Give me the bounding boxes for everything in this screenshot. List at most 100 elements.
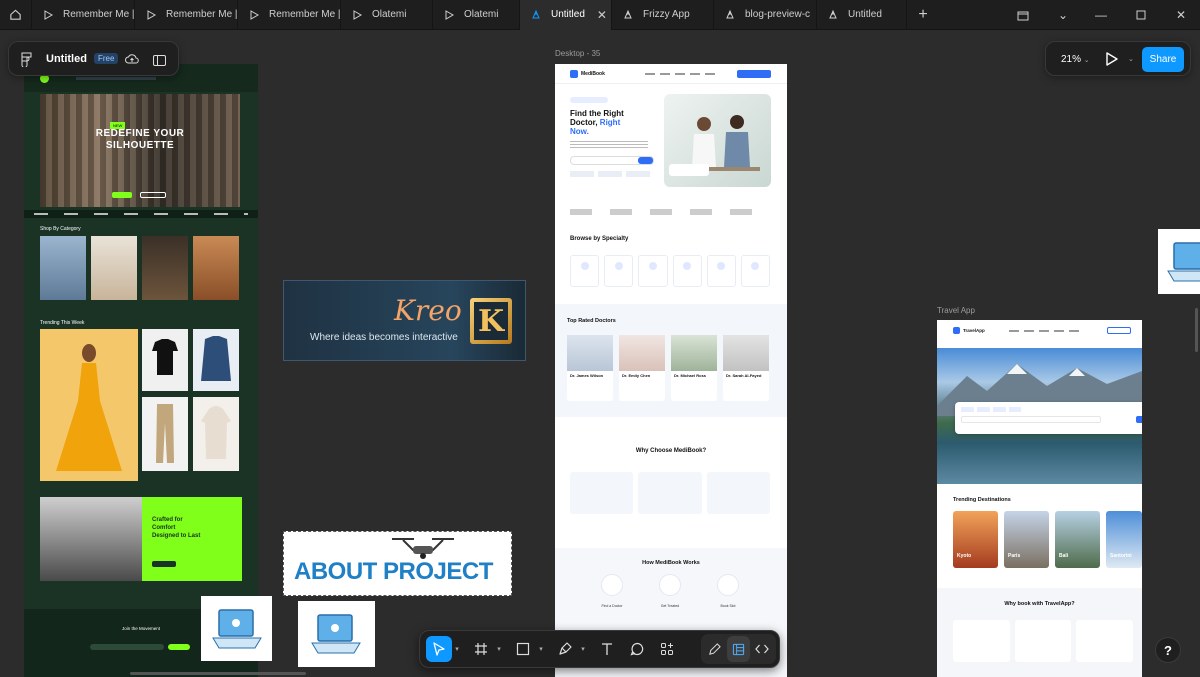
tab-remember-me-2[interactable]: Remember Me | — [135, 0, 238, 30]
laptop-image-2[interactable] — [298, 601, 375, 667]
crafted-title-1: Crafted for — [152, 517, 183, 523]
horizontal-scrollbar[interactable] — [130, 672, 306, 675]
destination-card-santorini[interactable]: Santorini — [1106, 511, 1142, 568]
doctor-card[interactable]: Dr. Emily Chen — [619, 335, 665, 401]
minimize-button[interactable]: — — [1082, 0, 1120, 30]
laptop-icon — [1167, 242, 1200, 282]
maximize-button[interactable] — [1122, 0, 1160, 30]
chevron-down-icon[interactable]: ▾ — [536, 636, 546, 662]
share-button[interactable]: Share — [1142, 47, 1184, 72]
destination-card-bali[interactable]: Bali — [1055, 511, 1100, 568]
hero-title-1: REDEFINE YOUR — [95, 128, 185, 139]
specialty-card[interactable] — [570, 255, 600, 287]
window-close-button[interactable]: ✕ — [1162, 0, 1200, 30]
laptop-image-3[interactable] — [1158, 229, 1200, 294]
category-image-accessories[interactable] — [142, 236, 188, 300]
components-icon — [661, 643, 673, 655]
pen-tool-button[interactable] — [552, 636, 578, 662]
subscribe-button[interactable] — [168, 644, 190, 650]
specialty-card[interactable] — [740, 255, 771, 287]
medibook-frame[interactable]: MediBook Find the Right Doctor, Right No… — [555, 64, 787, 677]
tab-untitled-active[interactable]: Untitled ✕ — [520, 0, 612, 30]
travel-app-frame[interactable]: TravelApp Trending Destinations Kyoto Pa… — [937, 320, 1142, 677]
pen-icon — [559, 642, 572, 655]
destination-card-paris[interactable]: Paris — [1004, 511, 1049, 568]
save-cloud-button[interactable] — [125, 52, 139, 70]
trending-feature-image[interactable] — [40, 329, 138, 481]
close-icon[interactable]: ✕ — [597, 8, 607, 22]
filter-chips[interactable] — [570, 171, 650, 177]
draw-mode-button[interactable] — [703, 636, 727, 662]
main-menu-button[interactable] — [21, 52, 32, 72]
window-tile-button[interactable] — [1004, 0, 1042, 30]
email-input[interactable] — [90, 644, 164, 650]
move-tool-button[interactable] — [426, 636, 452, 662]
category-image-denim[interactable] — [40, 236, 86, 300]
desktop-frame-label[interactable]: Desktop - 35 — [555, 49, 600, 58]
about-project-banner[interactable]: ABOUT PROJECT — [283, 531, 512, 596]
travel-frame-label[interactable]: Travel App — [937, 306, 975, 315]
product-jacket[interactable] — [193, 329, 239, 391]
doctor-card[interactable]: Dr. James Wilson — [567, 335, 613, 401]
book-appointment-button[interactable] — [737, 70, 771, 78]
search-flights-button[interactable] — [1136, 416, 1142, 423]
tab-remember-me-3[interactable]: Remember Me | — [238, 0, 341, 30]
tab-olatemi-1[interactable]: Olatemi — [341, 0, 433, 30]
home-button[interactable] — [0, 0, 32, 30]
doctor-card[interactable]: Dr. Sarah Al-Fayed — [723, 335, 769, 401]
tab-remember-me-1[interactable]: Remember Me | — [32, 0, 135, 30]
destination-card-kyoto[interactable]: Kyoto — [953, 511, 998, 568]
shop-now-button[interactable] — [112, 192, 132, 198]
product-hoodie[interactable] — [193, 397, 239, 471]
about-project-title: ABOUT PROJECT — [294, 558, 493, 585]
present-button[interactable] — [1105, 51, 1119, 72]
laptop-image-1[interactable] — [201, 596, 272, 661]
explore-button[interactable] — [140, 192, 166, 198]
crafted-button[interactable] — [152, 561, 176, 567]
shape-tool-button[interactable] — [510, 636, 536, 662]
hero-title-4: Now. — [570, 127, 589, 136]
tab-label: blog-preview-c — [745, 9, 811, 20]
chevron-down-icon[interactable]: ▾ — [494, 636, 504, 662]
specialty-card[interactable] — [604, 255, 634, 287]
category-image-coat[interactable] — [91, 236, 137, 300]
search-button[interactable] — [638, 157, 653, 164]
design-mode-button[interactable] — [726, 636, 751, 662]
doctor-name: Dr. Sarah Al-Fayed — [726, 373, 762, 378]
tab-untitled-2[interactable]: Untitled — [817, 0, 907, 30]
vertical-scrollbar[interactable] — [1195, 308, 1198, 352]
product-chinos[interactable] — [142, 397, 188, 471]
help-button[interactable]: ? — [1155, 637, 1181, 663]
new-tab-button[interactable]: + — [907, 0, 939, 30]
actions-button[interactable] — [654, 636, 680, 662]
tab-blog-preview[interactable]: blog-preview-c — [714, 0, 817, 30]
chevron-down-icon[interactable]: ▾ — [578, 636, 588, 662]
file-name[interactable]: Untitled — [46, 53, 87, 65]
kreo-banner[interactable]: Kreo Where ideas becomes interactive K — [283, 280, 526, 361]
comment-tool-button[interactable] — [624, 636, 650, 662]
sidebar-toggle-button[interactable] — [153, 53, 166, 71]
search-booking-card[interactable] — [955, 402, 1142, 434]
register-button[interactable] — [1107, 327, 1131, 334]
product-tshirt[interactable] — [142, 329, 188, 391]
specialty-card[interactable] — [672, 255, 702, 287]
dropdown-button[interactable]: ⌄ — [1044, 0, 1082, 30]
tab-label: Remember Me | — [269, 9, 341, 20]
calendar-step-icon — [717, 574, 739, 596]
tab-frizzy-app[interactable]: Frizzy App — [612, 0, 714, 30]
text-tool-button[interactable] — [594, 636, 620, 662]
nav-links — [76, 77, 156, 80]
tab-olatemi-2[interactable]: Olatemi — [433, 0, 520, 30]
category-image-shoes[interactable] — [193, 236, 239, 300]
doctor-card[interactable]: Dr. Michael Ross — [671, 335, 717, 401]
specialty-card[interactable] — [706, 255, 736, 287]
cursor-icon — [433, 642, 445, 656]
chevron-down-icon[interactable]: ▾ — [452, 636, 462, 662]
specialty-card[interactable] — [638, 255, 668, 287]
dev-mode-button[interactable] — [750, 636, 774, 662]
zoom-level-button[interactable]: 21% ⌄ — [1061, 54, 1090, 65]
step-label: Book Slot — [720, 604, 736, 608]
present-options-icon[interactable]: ⌄ — [1128, 55, 1134, 63]
fashion-frame[interactable]: NEW REDEFINE YOUR SILHOUETTE Shop By Cat… — [24, 64, 258, 677]
frame-tool-button[interactable] — [468, 636, 494, 662]
